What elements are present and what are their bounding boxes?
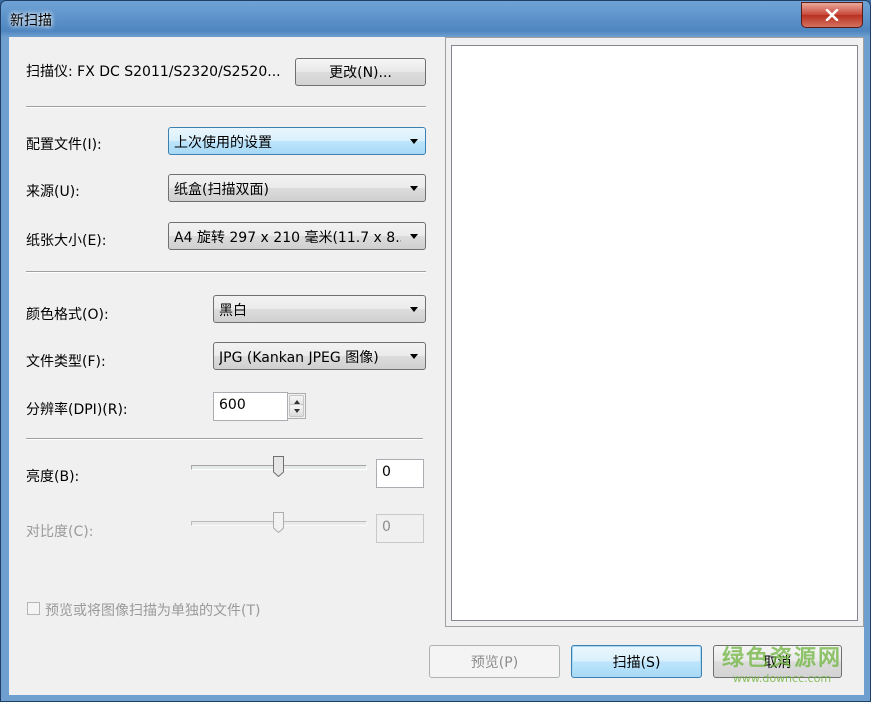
file-type-value: JPG (Kankan JPEG 图像)	[219, 350, 379, 366]
preview-button-label: 预览(P)	[470, 654, 519, 671]
close-icon	[825, 9, 839, 21]
profile-dropdown[interactable]: 上次使用的设置	[168, 127, 426, 155]
source-dropdown[interactable]: 纸盒(扫描双面)	[168, 174, 426, 202]
change-scanner-button[interactable]: 更改(N)...	[295, 58, 426, 86]
change-scanner-button-label: 更改(N)...	[329, 65, 392, 81]
scanner-label: 扫描仪: FX DC S2011/S2320/S2520...	[26, 64, 281, 80]
chevron-down-icon	[407, 229, 421, 243]
title-bar[interactable]: 新扫描	[1, 1, 870, 37]
color-format-label: 颜色格式(O):	[26, 307, 109, 323]
preview-button: 预览(P)	[429, 645, 560, 678]
resolution-spinner[interactable]	[287, 393, 306, 419]
color-format-dropdown[interactable]: 黑白	[213, 295, 426, 323]
profile-label: 配置文件(I):	[26, 137, 102, 153]
chevron-down-icon	[407, 349, 421, 363]
brightness-label: 亮度(B):	[26, 469, 80, 485]
separator-2	[26, 271, 426, 273]
file-type-dropdown[interactable]: JPG (Kankan JPEG 图像)	[213, 342, 426, 370]
close-button[interactable]	[801, 2, 863, 28]
profile-value: 上次使用的设置	[174, 135, 272, 151]
scan-button[interactable]: 扫描(S)	[571, 645, 702, 678]
contrast-input: 0	[376, 514, 424, 543]
scan-button-label: 扫描(S)	[612, 654, 661, 671]
dialog-client-area: 扫描仪: FX DC S2011/S2320/S2520... 更改(N)...…	[9, 37, 864, 695]
slider-thumb-icon	[273, 456, 284, 478]
contrast-label: 对比度(C):	[26, 524, 94, 540]
separate-files-checkbox	[27, 602, 40, 615]
slider-thumb-icon	[273, 512, 284, 534]
resolution-input[interactable]: 600	[213, 392, 288, 421]
scan-dialog-window: 新扫描 扫描仪: FX DC S2011/S2320/S2520... 更改(N…	[0, 0, 871, 702]
contrast-slider-thumb	[273, 512, 284, 534]
separator-3	[26, 438, 423, 440]
brightness-input[interactable]: 0	[376, 459, 424, 488]
resolution-label: 分辨率(DPI)(R):	[26, 402, 128, 418]
preview-panel	[445, 37, 864, 627]
paper-size-label: 纸张大小(E):	[26, 233, 107, 249]
brightness-slider-thumb[interactable]	[273, 456, 284, 478]
paper-size-value: A4 旋转 297 x 210 毫米(11.7 x 8.3	[174, 230, 401, 246]
spin-down-icon[interactable]	[289, 404, 304, 417]
file-type-label: 文件类型(F):	[26, 354, 106, 370]
chevron-down-icon	[407, 181, 421, 195]
watermark-url: www.downcc.com	[732, 672, 832, 685]
watermark-main: 绿色资源网	[721, 646, 842, 671]
watermark: 绿色资源网 www.downcc.com	[722, 640, 842, 685]
window-title: 新扫描	[10, 13, 52, 29]
preview-image-area	[451, 45, 858, 621]
source-value: 纸盒(扫描双面)	[174, 182, 269, 198]
source-label: 来源(U):	[26, 184, 80, 200]
separate-files-label: 预览或将图像扫描为单独的文件(T)	[45, 603, 261, 619]
chevron-down-icon	[407, 302, 421, 316]
paper-size-dropdown[interactable]: A4 旋转 297 x 210 毫米(11.7 x 8.3	[168, 222, 426, 250]
color-format-value: 黑白	[219, 303, 247, 319]
separator-1	[26, 106, 426, 108]
chevron-down-icon	[407, 134, 421, 148]
